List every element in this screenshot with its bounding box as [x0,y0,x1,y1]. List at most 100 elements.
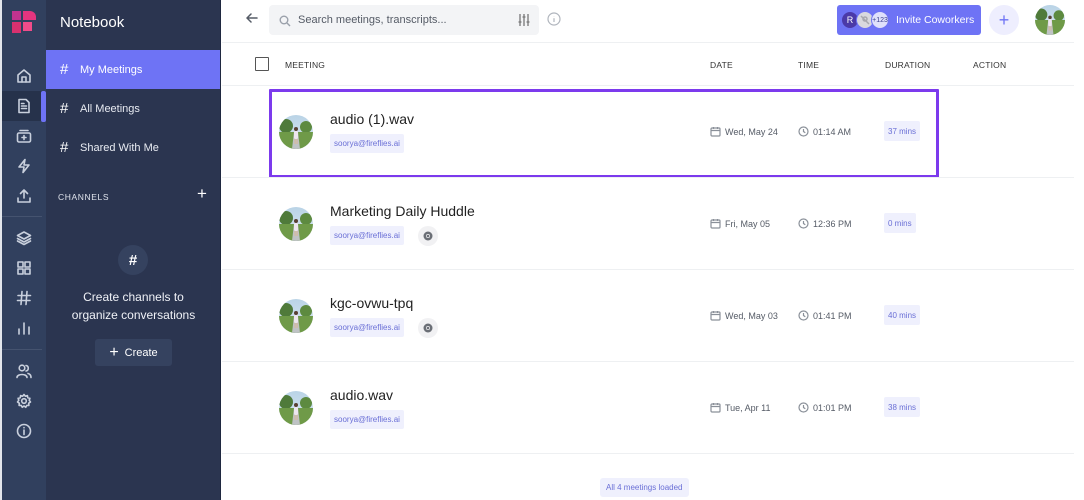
search-info-icon[interactable] [547,12,561,26]
hash-icon: # [60,139,69,156]
clock-icon [798,310,809,321]
user-avatar[interactable] [1035,5,1065,35]
channels-empty-message: Create channels to organize conversation… [46,288,221,324]
calendar-icon [710,403,721,413]
search-input[interactable] [298,14,498,26]
clock-icon [798,218,809,229]
hash-icon: # [60,61,69,78]
meeting-date: Wed, May 24 [710,126,778,137]
invite-label: Invite Coworkers [896,14,975,26]
meeting-title[interactable]: Marketing Daily Huddle [330,203,475,219]
sidebar-item-label: My Meetings [80,63,143,76]
date-value: Fri, May 05 [725,218,771,229]
owner-badge: soorya@fireflies.ai [330,318,404,337]
meeting-date: Fri, May 05 [710,218,770,229]
date-value: Tue, Apr 11 [725,402,771,413]
duration-badge: 0 mins [884,213,916,233]
filter-sliders-icon[interactable] [517,13,531,27]
clock-icon [798,402,809,413]
team-icon[interactable] [2,356,46,386]
meeting-title[interactable]: kgc-ovwu-tpq [330,295,413,311]
search-bar [269,5,539,35]
more-coworkers-count: +123 [871,11,889,29]
coworker-avatars: R +123 [841,11,889,29]
time-value: 01:01 PM [813,402,852,413]
rail-divider [2,216,42,217]
duration-badge: 37 mins [884,121,921,141]
divider [222,42,1074,43]
integrations-icon[interactable] [2,151,46,181]
organizer-avatar [279,391,313,425]
notebook-sidebar: Notebook # My Meetings # All Meetings # … [46,0,221,500]
meeting-time: 01:01 PM [798,402,852,413]
select-all-checkbox[interactable] [255,57,269,71]
icon-rail [0,0,46,500]
chrome-icon [418,318,438,338]
active-rail-indicator [41,91,46,122]
meeting-row[interactable]: kgc-ovwu-tpq soorya@fireflies.ai Wed, Ma… [222,270,1074,362]
time-value: 12:36 PM [813,218,852,229]
owner-badge: soorya@fireflies.ai [330,134,404,153]
analytics-icon[interactable] [2,313,46,343]
meeting-title[interactable]: audio (1).wav [330,111,414,127]
sidebar-item-label: All Meetings [80,102,140,115]
time-value: 01:41 PM [813,310,852,321]
rail-divider [2,349,42,350]
sidebar-edge [220,0,221,500]
meeting-row[interactable]: audio.wav soorya@fireflies.ai Tue, Apr 1… [222,362,1074,454]
organizer-avatar [279,207,313,241]
search-icon [279,14,291,27]
back-button[interactable] [245,11,261,27]
column-header-action: ACTION [973,60,1007,70]
meeting-recorder-icon[interactable] [2,121,46,151]
organizer-avatar [279,115,313,149]
date-value: Wed, May 24 [725,126,778,137]
channel-hash-icon: # [118,245,148,275]
owner-badge: soorya@fireflies.ai [330,410,404,429]
meeting-title[interactable]: audio.wav [330,387,393,403]
sidebar-item-label: Shared With Me [80,141,159,154]
plus-icon: + [109,343,119,361]
column-header-time[interactable]: TIME [798,60,819,70]
duration-badge: 40 mins [884,305,921,325]
channels-heading: CHANNELS [58,192,110,202]
sidebar-item-shared-with-me[interactable]: # Shared With Me [46,128,221,167]
sidebar-title: Notebook [60,14,125,31]
upload-icon[interactable] [2,181,46,211]
settings-icon[interactable] [2,386,46,416]
sidebar-item-my-meetings[interactable]: # My Meetings [46,50,221,89]
create-channel-button[interactable]: + Create [95,339,172,366]
app-root: Notebook # My Meetings # All Meetings # … [0,0,1084,500]
organizer-avatar [279,299,313,333]
column-header-meeting[interactable]: MEETING [285,60,325,70]
calendar-icon [710,127,721,137]
chrome-icon [418,226,438,246]
meeting-row[interactable]: audio (1).wav soorya@fireflies.ai Wed, M… [222,86,1074,178]
home-icon[interactable] [2,61,46,91]
hash-icon: # [60,100,69,117]
meeting-row[interactable]: Marketing Daily Huddle soorya@fireflies.… [222,178,1074,270]
info-icon[interactable] [2,416,46,446]
duration-badge: 38 mins [884,397,921,417]
column-header-duration[interactable]: DURATION [885,60,930,70]
add-channel-button[interactable]: + [194,185,210,202]
apps-icon[interactable] [2,253,46,283]
meeting-date: Wed, May 03 [710,310,778,321]
channels-icon[interactable] [2,283,46,313]
add-new-button[interactable]: + [989,5,1019,35]
sidebar-item-all-meetings[interactable]: # All Meetings [46,89,221,128]
layers-icon[interactable] [2,223,46,253]
fireflies-logo[interactable] [11,9,37,35]
empty-message-line: Create channels to [83,290,184,304]
calendar-icon [710,311,721,321]
divider [222,453,1074,454]
column-header-date[interactable]: DATE [710,60,733,70]
meeting-time: 12:36 PM [798,218,852,229]
meeting-time: 01:14 AM [798,126,851,137]
arrow-left-icon [246,13,258,23]
time-value: 01:14 AM [813,126,852,137]
invite-coworkers-button[interactable]: R +123 Invite Coworkers [837,5,981,35]
meeting-time: 01:41 PM [798,310,852,321]
create-label: Create [124,346,158,359]
notebook-icon[interactable] [2,91,46,121]
